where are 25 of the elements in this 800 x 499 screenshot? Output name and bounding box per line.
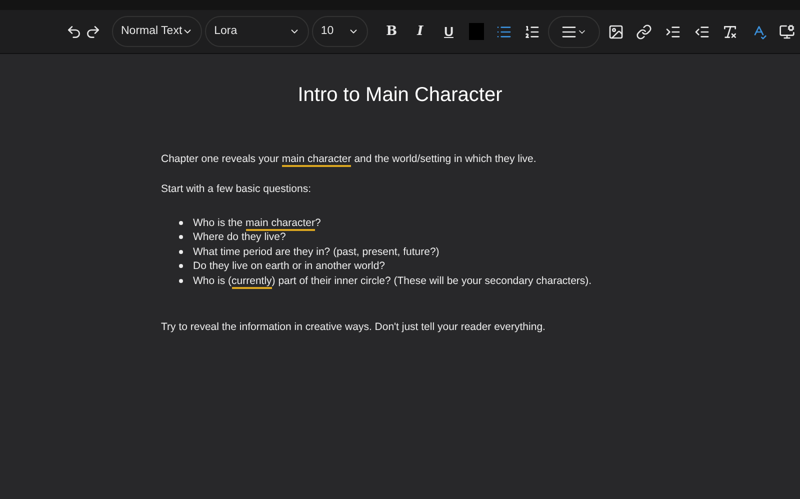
undo-icon[interactable]	[66, 24, 82, 40]
bullet-icon	[179, 278, 183, 283]
list-item: Where do they live?	[193, 230, 286, 244]
align-icon	[561, 24, 578, 40]
font-size-dropdown[interactable]: 10	[312, 16, 368, 47]
bullet-icon	[179, 264, 183, 268]
paragraph: Try to reveal the information in creative ways. Don't just tell your reader everything.	[161, 320, 546, 335]
bullet-icon	[179, 235, 183, 240]
bullet-icon	[179, 250, 183, 254]
redo-icon[interactable]	[85, 24, 101, 40]
paragraph: Chapter one reveals your main character and the world/setting in which they live.	[161, 152, 536, 168]
bold-button[interactable]: B	[378, 18, 404, 46]
underline-button[interactable]: U	[436, 18, 462, 46]
align-dropdown[interactable]	[548, 16, 600, 48]
italic-button[interactable]: I	[407, 18, 433, 46]
list-item: Who is the main character?	[193, 216, 321, 230]
bullet-icon	[179, 220, 183, 225]
list-item: Do they live on earth or in another world?	[193, 259, 386, 274]
font-dropdown[interactable]: Lora	[205, 16, 309, 47]
style-dropdown[interactable]: Normal Text	[112, 16, 202, 47]
paragraph: Start with a few basic questions:	[161, 182, 311, 197]
list-item: What time period are they in? (past, present, future?)	[193, 244, 440, 259]
text-color-swatch[interactable]	[468, 23, 484, 40]
document-title: Intro to Main Character	[298, 83, 502, 108]
list-item: Who is (currently) part of their inner circle? (These will be your secondary characters).	[193, 274, 592, 288]
